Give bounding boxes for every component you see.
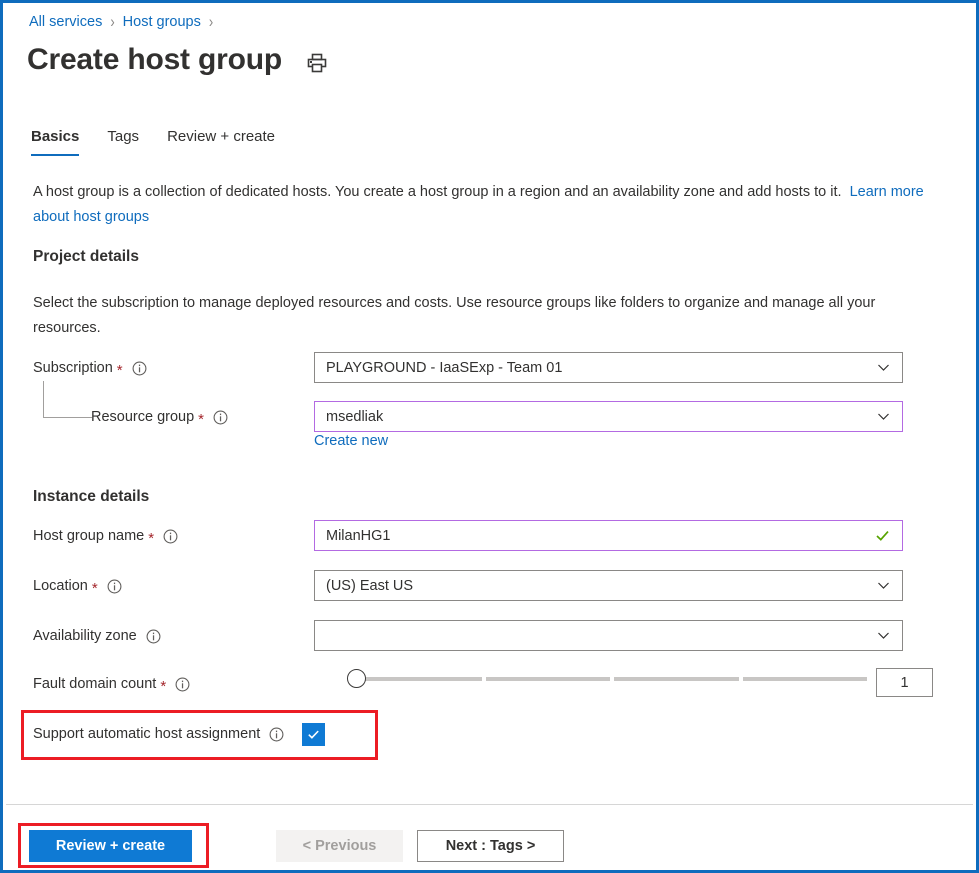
availability-zone-field [314,620,903,651]
slider-track [357,677,867,681]
fault-domain-count-label-text: Fault domain count [33,676,157,692]
breadcrumb-item-all-services[interactable]: All services [29,12,102,32]
info-icon[interactable] [175,677,190,692]
info-icon[interactable] [269,727,284,742]
title-row: Create host group [27,41,328,79]
resource-group-label-text: Resource group [91,409,195,425]
breadcrumb-separator-icon: › [110,12,115,31]
subscription-field: PLAYGROUND - IaaSExp - Team 01 [314,352,903,383]
project-details-heading: Project details [33,248,139,265]
host-group-name-field: MilanHG1 [314,520,903,551]
availability-zone-dropdown[interactable] [314,620,903,651]
fault-domain-count-slider[interactable] [347,668,867,690]
chevron-down-icon [877,410,890,423]
subscription-label: Subscription * [33,360,147,379]
host-group-name-input[interactable]: MilanHG1 [314,520,903,551]
previous-button[interactable]: < Previous [276,830,403,862]
fault-domain-count-value[interactable]: 1 [876,668,933,697]
tab-basics[interactable]: Basics [31,127,80,156]
slider-thumb[interactable] [347,669,366,688]
location-field: (US) East US [314,570,903,601]
location-label-text: Location [33,578,88,594]
location-dropdown[interactable]: (US) East US [314,570,903,601]
resource-group-dropdown[interactable]: msedliak [314,401,903,432]
resource-group-value: msedliak [326,408,384,425]
required-asterisk: * [198,411,205,428]
info-icon[interactable] [146,629,161,644]
tab-list: Basics Tags Review + create [31,127,303,156]
required-asterisk: * [116,362,123,379]
auto-host-assignment-checkbox[interactable] [302,722,326,746]
auto-host-assignment-label: Support automatic host assignment [33,726,284,742]
fault-domain-count-label: Fault domain count * [33,676,190,695]
breadcrumb: All services › Host groups › [29,12,221,32]
availability-zone-label-text: Availability zone [33,628,137,644]
create-new-resource-group-link[interactable]: Create new [314,433,388,449]
checkmark-icon [875,528,890,543]
required-asterisk: * [148,530,155,547]
chevron-down-icon [877,579,890,592]
review-create-button[interactable]: Review + create [29,830,192,862]
required-asterisk: * [91,580,98,597]
footer-actions: Review + create < Previous Next : Tags > [29,830,564,862]
footer-separator [6,804,973,805]
intro-text: A host group is a collection of dedicate… [33,180,933,230]
resource-group-field: msedliak [314,401,903,432]
resource-group-label: Resource group * [91,409,228,428]
breadcrumb-item-host-groups[interactable]: Host groups [123,12,201,32]
host-group-name-label-text: Host group name [33,528,145,544]
slider-segment [742,677,867,681]
info-icon[interactable] [163,529,178,544]
resource-group-tree-connector [43,381,92,418]
host-group-name-label: Host group name * [33,528,178,547]
checkmark-icon [308,730,320,739]
slider-segment [357,677,482,681]
info-icon[interactable] [107,579,122,594]
location-value: (US) East US [326,577,414,594]
info-icon[interactable] [132,361,147,376]
availability-zone-label: Availability zone [33,628,161,644]
info-icon[interactable] [213,410,228,425]
chevron-down-icon [877,361,890,374]
slider-segment [485,677,610,681]
auto-host-assignment-label-text: Support automatic host assignment [33,726,261,742]
printer-icon[interactable] [306,52,328,74]
project-details-description: Select the subscription to manage deploy… [33,295,876,336]
tab-review-create[interactable]: Review + create [167,127,275,156]
create-host-group-page: All services › Host groups › Create host… [0,0,979,873]
intro-description: A host group is a collection of dedicate… [33,184,842,200]
instance-details-heading: Instance details [33,488,150,505]
slider-segment [614,677,739,681]
host-group-name-value: MilanHG1 [326,527,391,544]
auto-host-assignment-row: Support automatic host assignment [33,719,326,749]
required-asterisk: * [160,678,167,695]
breadcrumb-separator-icon: › [208,12,214,31]
location-label: Location * [33,578,122,597]
subscription-label-text: Subscription [33,360,113,376]
tab-tags[interactable]: Tags [107,127,139,156]
page-title: Create host group [27,43,282,76]
subscription-value: PLAYGROUND - IaaSExp - Team 01 [326,359,563,376]
subscription-dropdown[interactable]: PLAYGROUND - IaaSExp - Team 01 [314,352,903,383]
chevron-down-icon [877,629,890,642]
next-tags-button[interactable]: Next : Tags > [417,830,564,862]
